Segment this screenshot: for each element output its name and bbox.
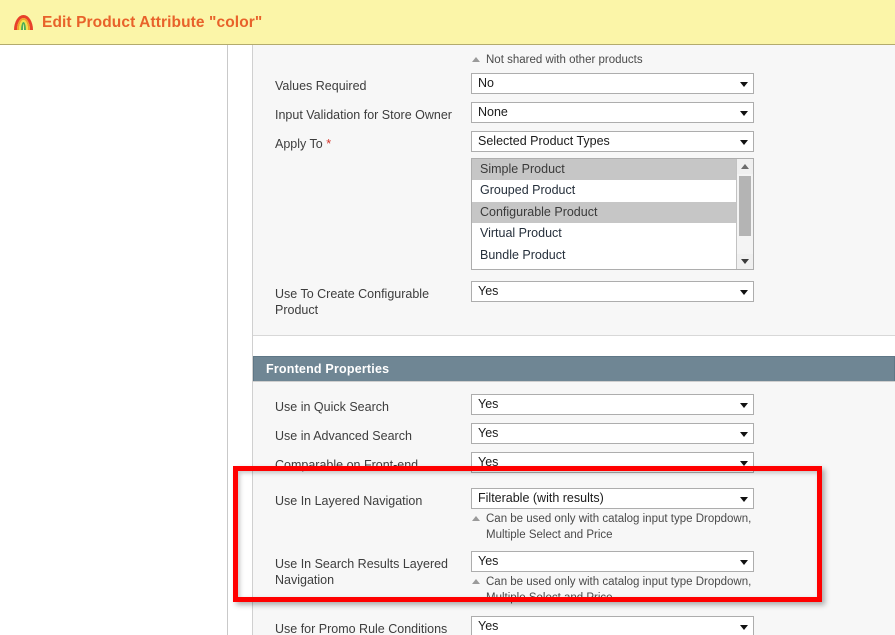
apply-to-label-text: Apply To: [275, 137, 323, 151]
promo-rule-conditions-select-value: Yes: [478, 619, 498, 633]
form-row-input-validation: Input Validation for Store Owner None: [253, 102, 895, 131]
advanced-search-select[interactable]: Yes: [471, 423, 754, 444]
layered-navigation-note-line1: Can be used only with catalog input type…: [486, 513, 751, 525]
list-item[interactable]: Configurable Product: [472, 202, 736, 223]
promo-rule-conditions-select[interactable]: Yes: [471, 616, 754, 635]
attribute-form-column: Owner Unique Value No: [253, 0, 895, 635]
use-to-create-configurable-label-line1: Use To Create Configurable: [275, 287, 429, 301]
multiselect-scrollbar[interactable]: [736, 159, 753, 269]
layered-navigation-note-line2: Multiple Select and Price: [486, 529, 613, 541]
chevron-down-icon: [740, 497, 748, 502]
form-row-promo-rule-conditions: Use for Promo Rule Conditions Yes: [253, 616, 895, 635]
chevron-down-icon: [740, 403, 748, 408]
search-results-layered-navigation-note: Can be used only with catalog input type…: [471, 575, 786, 606]
page-title: Edit Product Attribute "color": [42, 14, 262, 32]
panel-gap: [253, 336, 895, 356]
form-row-values-required: Values Required No: [253, 73, 895, 102]
product-types-options: Simple Product Grouped Product Configura…: [472, 159, 736, 266]
form-row-comparable: Comparable on Front-end Yes: [253, 452, 895, 481]
rainbow-icon: [14, 15, 33, 30]
chevron-down-icon: [740, 111, 748, 116]
values-required-select[interactable]: No: [471, 73, 754, 94]
list-item[interactable]: Grouped Product: [472, 180, 736, 201]
not-shared-note-text: Not shared with other products: [486, 54, 643, 66]
scrollbar-thumb[interactable]: [739, 176, 751, 236]
left-page-panel: [0, 0, 228, 635]
note-triangle-icon: [472, 579, 480, 584]
comparable-select[interactable]: Yes: [471, 452, 754, 473]
layered-navigation-select-value: Filterable (with results): [478, 491, 604, 505]
advanced-search-label: Use in Advanced Search: [275, 423, 471, 444]
use-to-create-configurable-select-value: Yes: [478, 284, 498, 298]
form-row-product-types: Simple Product Grouped Product Configura…: [253, 158, 895, 281]
search-results-layered-navigation-select-value: Yes: [478, 554, 498, 568]
layered-navigation-select[interactable]: Filterable (with results): [471, 488, 754, 509]
left-gutter: [229, 0, 253, 635]
list-item[interactable]: Virtual Product: [472, 223, 736, 244]
search-results-layered-navigation-label-line1: Use In Search Results Layered: [275, 557, 448, 571]
form-row-apply-to: Apply To * Selected Product Types: [253, 131, 895, 158]
comparable-select-value: Yes: [478, 455, 498, 469]
search-results-layered-navigation-select[interactable]: Yes: [471, 551, 754, 572]
form-row-search-results-layered-navigation: Use In Search Results Layered Navigation…: [253, 551, 895, 616]
screenshot-root: Owner Unique Value No: [0, 0, 895, 635]
search-results-note-line2: Multiple Select and Price: [486, 592, 613, 604]
chevron-down-icon: [740, 461, 748, 466]
triangle-down-icon: [741, 259, 749, 264]
not-shared-note: Not shared with other products: [471, 53, 786, 69]
quick-search-label: Use in Quick Search: [275, 394, 471, 415]
frontend-properties-panel: Use in Quick Search Yes Use in Advanced …: [253, 381, 895, 635]
quick-search-select[interactable]: Yes: [471, 394, 754, 415]
chevron-down-icon: [740, 625, 748, 630]
use-to-create-configurable-label: Use To Create Configurable Product: [275, 281, 471, 318]
apply-to-select-value: Selected Product Types: [478, 134, 610, 148]
values-required-label: Values Required: [275, 73, 471, 94]
chevron-down-icon: [740, 560, 748, 565]
frontend-properties-title: Frontend Properties: [266, 362, 389, 376]
scroll-up-button[interactable]: [737, 159, 753, 174]
input-validation-select[interactable]: None: [471, 102, 754, 123]
input-validation-select-value: None: [478, 105, 508, 119]
quick-search-select-value: Yes: [478, 397, 498, 411]
required-asterisk: *: [323, 137, 331, 151]
form-row-layered-navigation: Use In Layered Navigation Filterable (wi…: [253, 488, 895, 551]
list-item[interactable]: Simple Product: [472, 159, 736, 180]
chevron-down-icon: [740, 82, 748, 87]
chevron-down-icon: [740, 140, 748, 145]
properties-panel: Not shared with other products Values Re…: [253, 0, 895, 336]
use-to-create-configurable-select[interactable]: Yes: [471, 281, 754, 302]
note-triangle-icon: [472, 57, 480, 62]
search-results-layered-navigation-label-line2: Navigation: [275, 573, 334, 587]
chevron-down-icon: [740, 432, 748, 437]
layered-navigation-note: Can be used only with catalog input type…: [471, 512, 786, 543]
apply-to-select[interactable]: Selected Product Types: [471, 131, 754, 152]
scroll-down-button[interactable]: [737, 254, 753, 269]
values-required-select-value: No: [478, 76, 494, 90]
layered-navigation-label: Use In Layered Navigation: [275, 488, 471, 509]
search-results-note-line1: Can be used only with catalog input type…: [486, 576, 751, 588]
frontend-properties-header: Frontend Properties: [253, 356, 895, 381]
product-types-multiselect[interactable]: Simple Product Grouped Product Configura…: [471, 158, 754, 270]
form-row-use-to-create-configurable: Use To Create Configurable Product Yes: [253, 281, 895, 327]
note-row-not-shared: Not shared with other products: [253, 55, 895, 73]
triangle-up-icon: [741, 164, 749, 169]
use-to-create-configurable-label-line2: Product: [275, 303, 318, 317]
input-validation-label: Input Validation for Store Owner: [275, 102, 471, 123]
search-results-layered-navigation-label: Use In Search Results Layered Navigation: [275, 551, 471, 588]
apply-to-label: Apply To *: [275, 131, 471, 152]
advanced-search-select-value: Yes: [478, 426, 498, 440]
page-title-banner: Edit Product Attribute "color": [0, 0, 895, 45]
form-row-quick-search: Use in Quick Search Yes: [253, 394, 895, 423]
promo-rule-conditions-label: Use for Promo Rule Conditions: [275, 616, 471, 635]
list-item[interactable]: Bundle Product: [472, 245, 736, 266]
form-row-advanced-search: Use in Advanced Search Yes: [253, 423, 895, 452]
note-triangle-icon: [472, 516, 480, 521]
comparable-label: Comparable on Front-end: [275, 452, 471, 473]
chevron-down-icon: [740, 290, 748, 295]
